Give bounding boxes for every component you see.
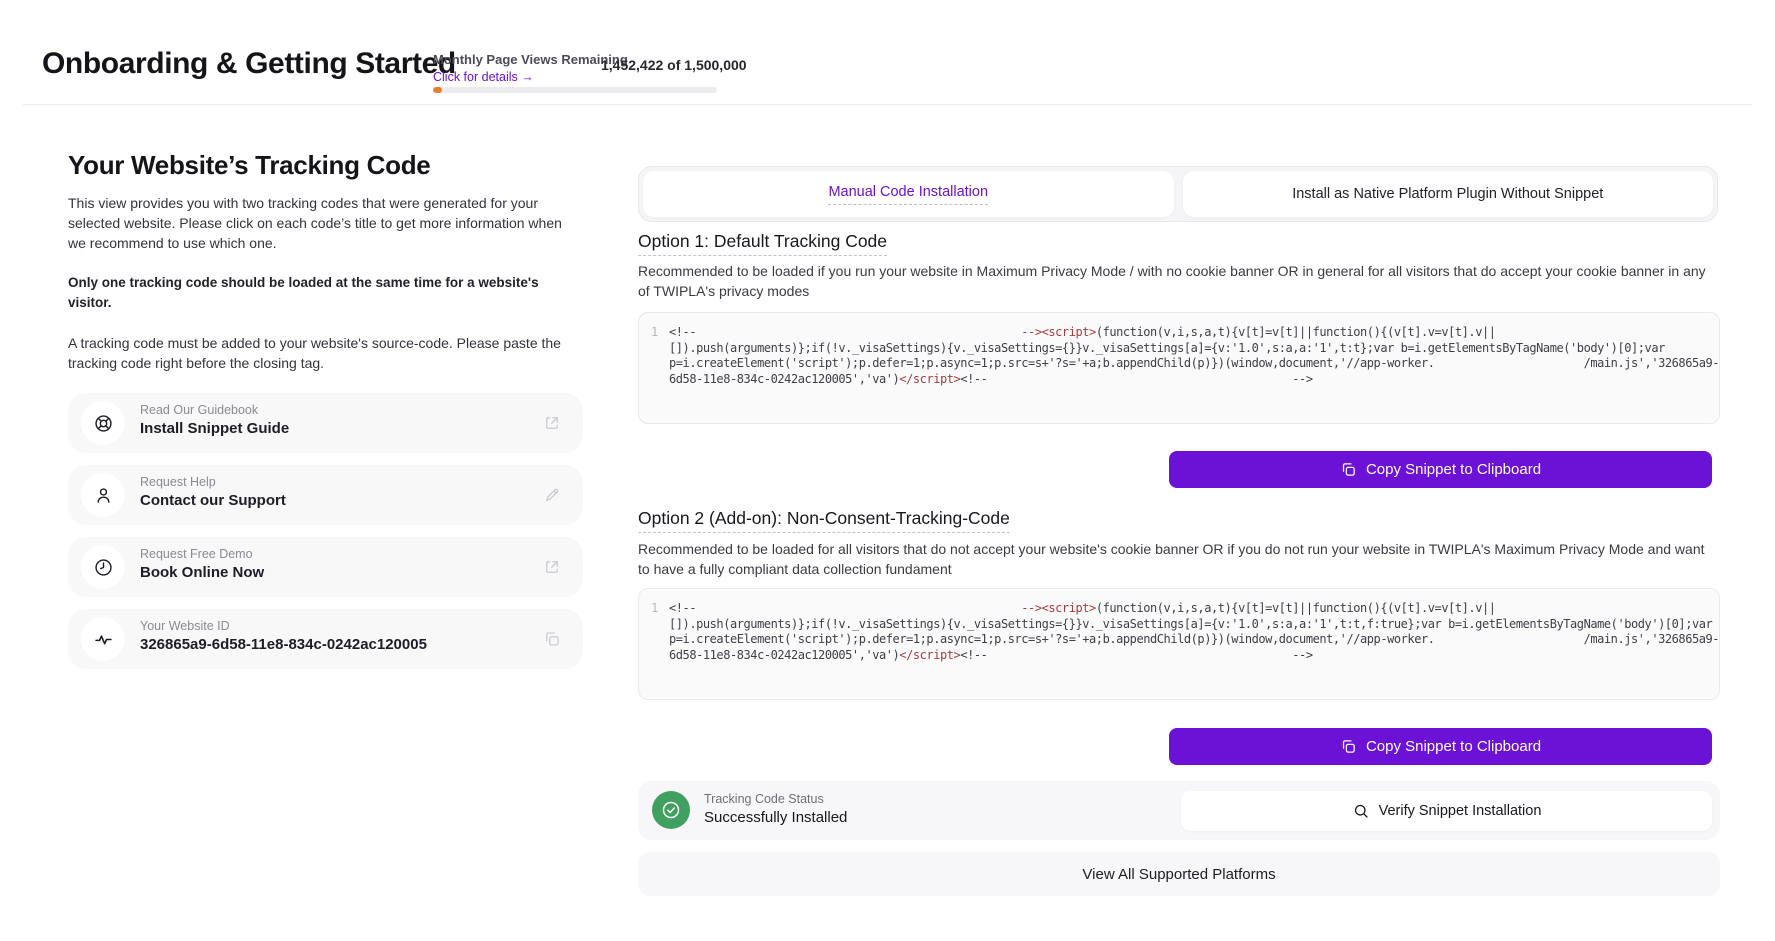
line-number: 1 [651,601,658,615]
card-contact-support[interactable]: Request Help Contact our Support [68,465,583,525]
intro-paragraph: This view provides you with two tracking… [68,193,583,253]
card-value: Install Snippet Guide [140,420,289,437]
card-label: Request Free Demo [140,547,264,561]
tracking-code-snippet: <!-- --><script>(function(v,i,s,a,t){v[t… [669,601,1713,663]
card-label: Your Website ID [140,619,427,633]
page-views-progress-fill [433,87,442,93]
external-link-icon[interactable] [543,414,561,432]
card-book-demo[interactable]: Request Free Demo Book Online Now [68,537,583,597]
card-install-snippet-guide[interactable]: Read Our Guidebook Install Snippet Guide [68,393,583,453]
copy-snippet-button-1[interactable]: Copy Snippet to Clipboard [1169,451,1712,488]
option2-description: Recommended to be loaded for all visitor… [638,540,1716,579]
copy-button-label: Copy Snippet to Clipboard [1366,461,1541,478]
tab-manual-code-installation[interactable]: Manual Code Installation [643,171,1174,217]
tab-label: Manual Code Installation [828,184,988,205]
single-code-note: Only one tracking code should be loaded … [68,273,583,313]
external-link-icon[interactable] [543,558,561,576]
card-label: Request Help [140,475,286,489]
lifebuoy-icon [81,401,125,445]
option2-title[interactable]: Option 2 (Add-on): Non-Consent-Tracking-… [638,508,1010,533]
clock-icon [81,545,125,589]
verify-button-label: Verify Snippet Installation [1379,803,1542,819]
page-views-remaining-label: Monthly Page Views Remaining [433,52,628,67]
check-circle-icon [652,791,690,829]
pencil-icon[interactable] [543,486,561,504]
section-heading: Your Website’s Tracking Code [68,150,583,181]
card-value: Contact our Support [140,492,286,509]
tracking-code-intro-panel: Your Website’s Tracking Code This view p… [68,150,583,681]
card-value: 326865a9-6d58-11e8-834c-0242ac120005 [140,636,427,653]
copy-icon [1340,461,1357,478]
search-icon [1352,802,1370,820]
installation-tabs: Manual Code Installation Install as Nati… [638,166,1718,222]
tracking-code-status-bar: Tracking Code Status Successfully Instal… [638,781,1720,840]
click-for-details-link[interactable]: Click for details → [433,70,534,84]
page-title: Onboarding & Getting Started [42,47,456,81]
tracking-code-snippet: <!-- --><script>(function(v,i,s,a,t){v[t… [669,325,1713,387]
card-label: Read Our Guidebook [140,403,289,417]
code-block-non-consent: 1 <!-- --><script>(function(v,i,s,a,t){v… [638,588,1720,700]
line-number: 1 [651,325,658,339]
verify-snippet-button[interactable]: Verify Snippet Installation [1181,791,1712,831]
option1-description: Recommended to be loaded if you run your… [638,262,1716,301]
installation-panel: Manual Code Installation Install as Nati… [638,0,1720,941]
paste-instruction: A tracking code must be added to your we… [68,333,583,373]
copy-icon[interactable] [543,630,561,648]
activity-icon [81,617,125,661]
card-value: Book Online Now [140,564,264,581]
copy-button-label: Copy Snippet to Clipboard [1366,738,1541,755]
copy-icon [1340,738,1357,755]
code-block-default: 1 <!-- --><script>(function(v,i,s,a,t){v… [638,312,1720,424]
tab-native-platform-plugin[interactable]: Install as Native Platform Plugin Withou… [1183,171,1714,217]
status-label: Tracking Code Status [704,792,847,806]
view-all-platforms-button[interactable]: View All Supported Platforms [638,852,1720,896]
tab-label: Install as Native Platform Plugin Withou… [1292,186,1603,202]
status-value: Successfully Installed [704,809,847,826]
user-icon [81,473,125,517]
copy-snippet-button-2[interactable]: Copy Snippet to Clipboard [1169,728,1712,765]
card-website-id[interactable]: Your Website ID 326865a9-6d58-11e8-834c-… [68,609,583,669]
option1-title[interactable]: Option 1: Default Tracking Code [638,231,887,256]
